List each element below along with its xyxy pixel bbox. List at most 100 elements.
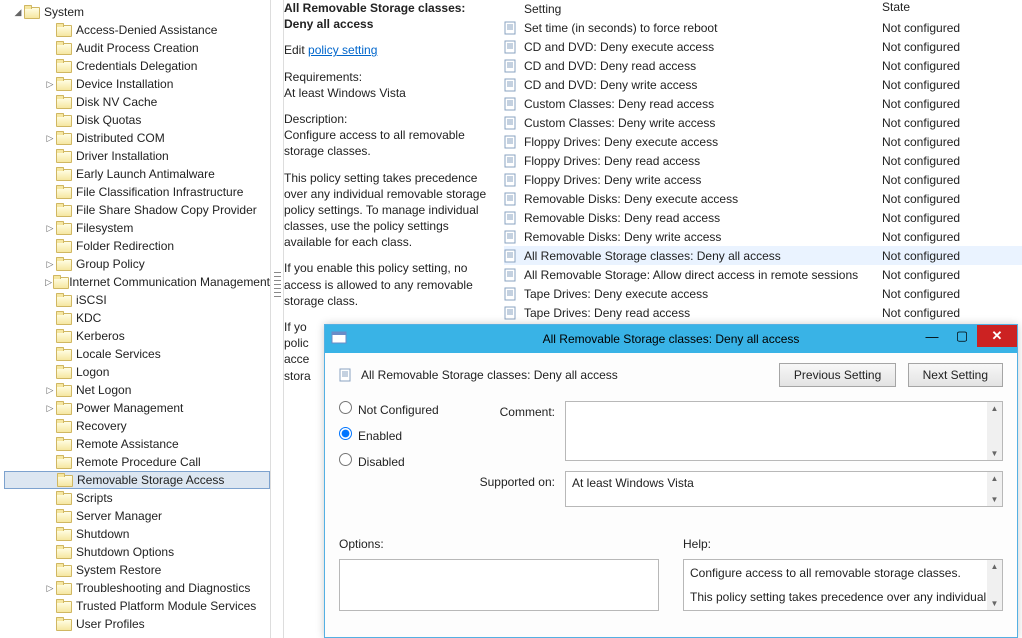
tree-node[interactable]: Logon bbox=[4, 363, 270, 381]
tree-node[interactable]: Shutdown bbox=[4, 525, 270, 543]
maximize-button[interactable]: ▢ bbox=[947, 325, 977, 347]
setting-row[interactable]: Custom Classes: Deny read accessNot conf… bbox=[504, 94, 1022, 113]
next-setting-button[interactable]: Next Setting bbox=[908, 363, 1003, 387]
folder-icon bbox=[56, 509, 72, 523]
comment-textarea[interactable]: ▲▼ bbox=[565, 401, 1003, 461]
scrollbar[interactable]: ▲▼ bbox=[987, 472, 1002, 506]
setting-row[interactable]: Tape Drives: Deny read accessNot configu… bbox=[504, 303, 1022, 322]
maximize-icon: ▢ bbox=[956, 328, 968, 344]
tree-node[interactable]: Remote Assistance bbox=[4, 435, 270, 453]
setting-row[interactable]: Floppy Drives: Deny execute accessNot co… bbox=[504, 132, 1022, 151]
tree-node[interactable]: iSCSI bbox=[4, 291, 270, 309]
setting-row[interactable]: All Removable Storage: Allow direct acce… bbox=[504, 265, 1022, 284]
folder-icon bbox=[56, 365, 72, 379]
tree-node[interactable]: ▷Group Policy bbox=[4, 255, 270, 273]
tree-node[interactable]: Driver Installation bbox=[4, 147, 270, 165]
tree-node[interactable]: Removable Storage Access bbox=[4, 471, 270, 489]
tree-node[interactable]: File Share Shadow Copy Provider bbox=[4, 201, 270, 219]
radio-disabled[interactable]: Disabled bbox=[339, 453, 479, 469]
edit-policy-link[interactable]: policy setting bbox=[308, 43, 377, 57]
setting-name: CD and DVD: Deny execute access bbox=[524, 40, 714, 54]
tree-node[interactable]: Credentials Delegation bbox=[4, 57, 270, 75]
tree-label: Audit Process Creation bbox=[76, 41, 199, 55]
tree-label: System Restore bbox=[76, 563, 161, 577]
tree-node[interactable]: Disk Quotas bbox=[4, 111, 270, 129]
setting-row[interactable]: Tape Drives: Deny execute access Not conf… bbox=[504, 284, 1022, 303]
setting-row[interactable]: Removable Disks: Deny read accessNot con… bbox=[504, 208, 1022, 227]
tree-node[interactable]: Folder Redirection bbox=[4, 237, 270, 255]
tree-node[interactable]: System Restore bbox=[4, 561, 270, 579]
folder-icon bbox=[56, 401, 72, 415]
setting-row[interactable]: Custom Classes: Deny write accessNot con… bbox=[504, 113, 1022, 132]
folder-icon bbox=[56, 617, 72, 631]
tree-node[interactable]: ▷Filesystem bbox=[4, 219, 270, 237]
tree-node[interactable]: Access-Denied Assistance bbox=[4, 21, 270, 39]
previous-setting-button[interactable]: Previous Setting bbox=[779, 363, 896, 387]
close-button[interactable]: ✕ bbox=[977, 325, 1017, 347]
radio-not-configured[interactable]: Not Configured bbox=[339, 401, 479, 417]
scrollbar[interactable]: ▲▼ bbox=[987, 402, 1002, 460]
tree-node[interactable]: File Classification Infrastructure bbox=[4, 183, 270, 201]
radio-enabled[interactable]: Enabled bbox=[339, 427, 479, 443]
setting-row[interactable]: Floppy Drives: Deny write accessNot conf… bbox=[504, 170, 1022, 189]
tree-node[interactable]: Trusted Platform Module Services bbox=[4, 597, 270, 615]
tree-node[interactable]: Kerberos bbox=[4, 327, 270, 345]
setting-row[interactable]: CD and DVD: Deny write accessNot configu… bbox=[504, 75, 1022, 94]
setting-name: Tape Drives: Deny execute access bbox=[524, 287, 708, 301]
tree-node[interactable]: Remote Procedure Call bbox=[4, 453, 270, 471]
options-box[interactable] bbox=[339, 559, 659, 611]
expander-icon[interactable]: ◢ bbox=[12, 7, 24, 18]
tree-node[interactable]: Disk NV Cache bbox=[4, 93, 270, 111]
scrollbar[interactable]: ▲▼ bbox=[987, 560, 1002, 610]
tree-node[interactable]: Scripts bbox=[4, 489, 270, 507]
tree-node[interactable]: Server Manager bbox=[4, 507, 270, 525]
tree-node[interactable]: Recovery bbox=[4, 417, 270, 435]
folder-icon bbox=[56, 383, 72, 397]
expander-icon[interactable]: ▷ bbox=[44, 403, 56, 414]
folder-icon bbox=[56, 41, 72, 55]
folder-icon bbox=[56, 329, 72, 343]
setting-state: Not configured bbox=[882, 211, 960, 225]
tree-node[interactable]: Audit Process Creation bbox=[4, 39, 270, 57]
expander-icon[interactable]: ▷ bbox=[44, 385, 56, 396]
setting-state: Not configured bbox=[882, 287, 960, 301]
tree-label: System bbox=[44, 5, 84, 19]
dialog-titlebar[interactable]: All Removable Storage classes: Deny all … bbox=[325, 325, 1017, 353]
minimize-button[interactable]: — bbox=[917, 325, 947, 347]
setting-row[interactable]: Set time (in seconds) to force rebootNot… bbox=[504, 18, 1022, 37]
tree-node[interactable]: Shutdown Options bbox=[4, 543, 270, 561]
tree-label: Logon bbox=[76, 365, 109, 379]
tree-node[interactable]: ▷Device Installation bbox=[4, 75, 270, 93]
tree-node[interactable]: Early Launch Antimalware bbox=[4, 165, 270, 183]
setting-row[interactable]: Removable Disks: Deny execute accessNot … bbox=[504, 189, 1022, 208]
tree-node[interactable]: ▷Internet Communication Management bbox=[4, 273, 270, 291]
tree-node[interactable]: Locale Services bbox=[4, 345, 270, 363]
setting-state: Not configured bbox=[882, 116, 960, 130]
setting-row[interactable]: Removable Disks: Deny write accessNot co… bbox=[504, 227, 1022, 246]
folder-icon bbox=[56, 599, 72, 613]
scroll-down-icon: ▼ bbox=[991, 599, 999, 608]
setting-state: Not configured bbox=[882, 306, 960, 320]
tree-node[interactable]: KDC bbox=[4, 309, 270, 327]
setting-row[interactable]: CD and DVD: Deny execute accessNot confi… bbox=[504, 37, 1022, 56]
nav-tree[interactable]: ◢ System Access-Denied Assistance Audit P… bbox=[0, 0, 270, 638]
setting-row[interactable]: All Removable Storage classes: Deny all … bbox=[504, 246, 1022, 265]
tree-label: File Share Shadow Copy Provider bbox=[76, 203, 257, 217]
expander-icon[interactable]: ▷ bbox=[44, 259, 56, 270]
setting-row[interactable]: CD and DVD: Deny read accessNot configur… bbox=[504, 56, 1022, 75]
tree-node[interactable]: ▷Net Logon bbox=[4, 381, 270, 399]
tree-node[interactable]: User Profiles bbox=[4, 615, 270, 633]
expander-icon[interactable]: ▷ bbox=[44, 583, 56, 594]
setting-row[interactable]: Floppy Drives: Deny read accessNot confi… bbox=[504, 151, 1022, 170]
tree-node-system[interactable]: ◢ System bbox=[4, 3, 270, 21]
tree-node[interactable]: ▷Distributed COM bbox=[4, 129, 270, 147]
expander-icon[interactable]: ▷ bbox=[44, 277, 53, 288]
expander-icon[interactable]: ▷ bbox=[44, 133, 56, 144]
tree-node[interactable]: ▷Troubleshooting and Diagnostics bbox=[4, 579, 270, 597]
tree-label: Scripts bbox=[76, 491, 113, 505]
setting-state: Not configured bbox=[882, 21, 960, 35]
expander-icon[interactable]: ▷ bbox=[44, 223, 56, 234]
expander-icon[interactable]: ▷ bbox=[44, 79, 56, 90]
tree-node[interactable]: ▷Power Management bbox=[4, 399, 270, 417]
splitter[interactable] bbox=[270, 0, 284, 638]
